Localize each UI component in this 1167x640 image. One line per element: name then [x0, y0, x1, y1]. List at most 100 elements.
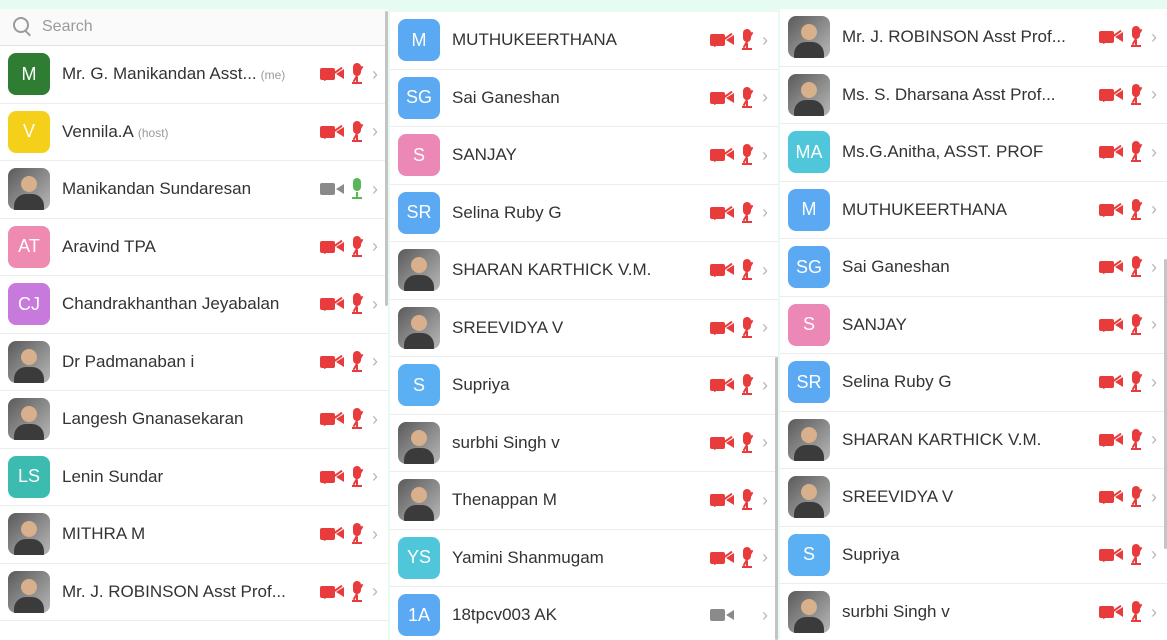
- chevron-right-icon[interactable]: ›: [1151, 142, 1161, 163]
- microphone-muted-icon: [740, 144, 754, 166]
- participants-panel-1: Search M Mr. G. Manikandan Asst... (me) › V V…: [0, 9, 388, 640]
- participant-row[interactable]: S SANJAY ›: [390, 127, 778, 185]
- chevron-right-icon[interactable]: ›: [762, 375, 772, 396]
- video-off-icon: [320, 239, 344, 254]
- microphone-muted-icon: [740, 86, 754, 109]
- chevron-right-icon[interactable]: ›: [372, 236, 382, 257]
- avatar-photo-body: [794, 42, 824, 59]
- participant-row[interactable]: Dr Padmanaban i ›: [0, 334, 388, 391]
- avatar: [398, 249, 440, 292]
- chevron-right-icon[interactable]: ›: [762, 317, 772, 338]
- participant-row[interactable]: YS Yamini Shanmugam ›: [390, 530, 778, 587]
- participant-row[interactable]: SR Selina Ruby G ›: [780, 354, 1167, 412]
- microphone-muted-icon: [350, 408, 364, 430]
- avatar: [8, 513, 50, 556]
- chevron-right-icon[interactable]: ›: [1151, 199, 1161, 220]
- participant-row[interactable]: 1A 18tpcv003 AK ›: [390, 587, 778, 640]
- participant-row[interactable]: Langesh Gnanasekaran ›: [0, 391, 388, 449]
- participant-row[interactable]: surbhi Singh v ›: [390, 415, 778, 472]
- participant-row[interactable]: MITHRA M ›: [0, 506, 388, 564]
- microphone-muted-icon: [1129, 256, 1143, 278]
- chevron-right-icon[interactable]: ›: [762, 260, 772, 281]
- chevron-right-icon[interactable]: ›: [762, 547, 772, 568]
- chevron-right-icon[interactable]: ›: [762, 30, 772, 51]
- participant-name: Ms.G.Anitha, ASST. PROF: [842, 142, 1044, 162]
- participant-row[interactable]: SG Sai Ganeshan ›: [390, 70, 778, 127]
- participant-row[interactable]: S SANJAY ›: [780, 297, 1167, 354]
- chevron-right-icon[interactable]: ›: [1151, 257, 1161, 278]
- video-off-icon: [1099, 30, 1123, 45]
- search-bar[interactable]: Search: [0, 9, 388, 46]
- participant-row[interactable]: Thenappan M ›: [390, 472, 778, 530]
- participant-row[interactable]: SREEVIDYA V ›: [780, 469, 1167, 527]
- chevron-right-icon[interactable]: ›: [1151, 544, 1161, 565]
- chevron-right-icon[interactable]: ›: [372, 179, 382, 200]
- status-icons: ›: [320, 580, 382, 603]
- participant-row[interactable]: AT Aravind TPA ›: [0, 219, 388, 276]
- participant-row[interactable]: LS Lenin Sundar ›: [0, 449, 388, 506]
- chevron-right-icon[interactable]: ›: [762, 145, 772, 166]
- chevron-right-icon[interactable]: ›: [372, 121, 382, 142]
- chevron-right-icon[interactable]: ›: [1151, 602, 1161, 623]
- video-off-icon: [710, 205, 734, 220]
- avatar: SG: [788, 246, 830, 289]
- participant-row[interactable]: M Mr. G. Manikandan Asst... (me) ›: [0, 46, 388, 104]
- participant-row[interactable]: Mr. J. ROBINSON Asst Prof... ›: [0, 564, 388, 621]
- participant-name-wrap: SHARAN KARTHICK V.M.: [842, 430, 1099, 450]
- participant-row[interactable]: S Supriya ›: [780, 527, 1167, 584]
- participant-row[interactable]: V Vennila.A (host) ›: [0, 104, 388, 161]
- participant-row[interactable]: SR Selina Ruby G ›: [390, 185, 778, 242]
- participant-name: MUTHUKEERTHANA: [842, 199, 1007, 219]
- participant-name: Aravind TPA: [62, 236, 156, 256]
- participant-row[interactable]: S Supriya ›: [390, 357, 778, 415]
- scrollbar[interactable]: [775, 357, 778, 640]
- participant-row[interactable]: surbhi Singh v ›: [780, 584, 1167, 640]
- participant-row[interactable]: SREEVIDYA V ›: [390, 300, 778, 357]
- status-icons: ›: [320, 120, 382, 143]
- participant-name-wrap: Vennila.A (host): [62, 122, 320, 142]
- participant-row[interactable]: SHARAN KARTHICK V.M. ›: [390, 242, 778, 300]
- participant-name: Langesh Gnanasekaran: [62, 409, 244, 429]
- participant-row[interactable]: SG Sai Ganeshan ›: [780, 239, 1167, 297]
- chevron-right-icon[interactable]: ›: [1151, 314, 1161, 335]
- chevron-right-icon[interactable]: ›: [372, 581, 382, 602]
- chevron-right-icon[interactable]: ›: [1151, 84, 1161, 105]
- participant-row[interactable]: CJ Chandrakhanthan Jeyabalan ›: [0, 276, 388, 334]
- chevron-right-icon[interactable]: ›: [1151, 372, 1161, 393]
- chevron-right-icon[interactable]: ›: [372, 351, 382, 372]
- chevron-right-icon[interactable]: ›: [372, 466, 382, 487]
- chevron-right-icon[interactable]: ›: [762, 202, 772, 223]
- video-off-icon: [320, 124, 344, 139]
- scrollbar[interactable]: [385, 11, 388, 306]
- chevron-right-icon[interactable]: ›: [762, 87, 772, 108]
- chevron-right-icon[interactable]: ›: [372, 409, 382, 430]
- avatar-initials: CJ: [18, 293, 40, 314]
- participant-name-wrap: MITHRA M: [62, 524, 320, 544]
- avatar: AT: [8, 225, 50, 268]
- video-off-icon: [710, 33, 734, 48]
- participant-row[interactable]: M MUTHUKEERTHANA ›: [390, 12, 778, 70]
- avatar: [788, 476, 830, 519]
- participant-list-2: M MUTHUKEERTHANA › SG Sai Ganeshan › S SANJAY › S…: [390, 12, 778, 640]
- search-input[interactable]: Search: [42, 18, 93, 36]
- participant-row[interactable]: Ms. S. Dharsana Asst Prof... ›: [780, 67, 1167, 124]
- participant-row[interactable]: Manikandan Sundaresan ›: [0, 161, 388, 219]
- participant-row[interactable]: M MUTHUKEERTHANA ›: [780, 182, 1167, 239]
- chevron-right-icon[interactable]: ›: [762, 490, 772, 511]
- chevron-right-icon[interactable]: ›: [762, 432, 772, 453]
- chevron-right-icon[interactable]: ›: [372, 524, 382, 545]
- participant-row[interactable]: MA Ms.G.Anitha, ASST. PROF ›: [780, 124, 1167, 182]
- chevron-right-icon[interactable]: ›: [1151, 429, 1161, 450]
- participant-name-wrap: SREEVIDYA V: [842, 487, 1099, 507]
- chevron-right-icon[interactable]: ›: [372, 64, 382, 85]
- participant-role-tag: (me): [260, 68, 286, 83]
- participant-row[interactable]: SHARAN KARTHICK V.M. ›: [780, 412, 1167, 469]
- video-off-icon: [1099, 375, 1123, 390]
- chevron-right-icon[interactable]: ›: [1151, 487, 1161, 508]
- microphone-muted-icon: [740, 546, 754, 569]
- chevron-right-icon[interactable]: ›: [762, 605, 772, 626]
- participant-name-wrap: Supriya: [842, 545, 1099, 565]
- participant-row[interactable]: Mr. J. ROBINSON Asst Prof... ›: [780, 9, 1167, 67]
- chevron-right-icon[interactable]: ›: [372, 294, 382, 315]
- chevron-right-icon[interactable]: ›: [1151, 27, 1161, 48]
